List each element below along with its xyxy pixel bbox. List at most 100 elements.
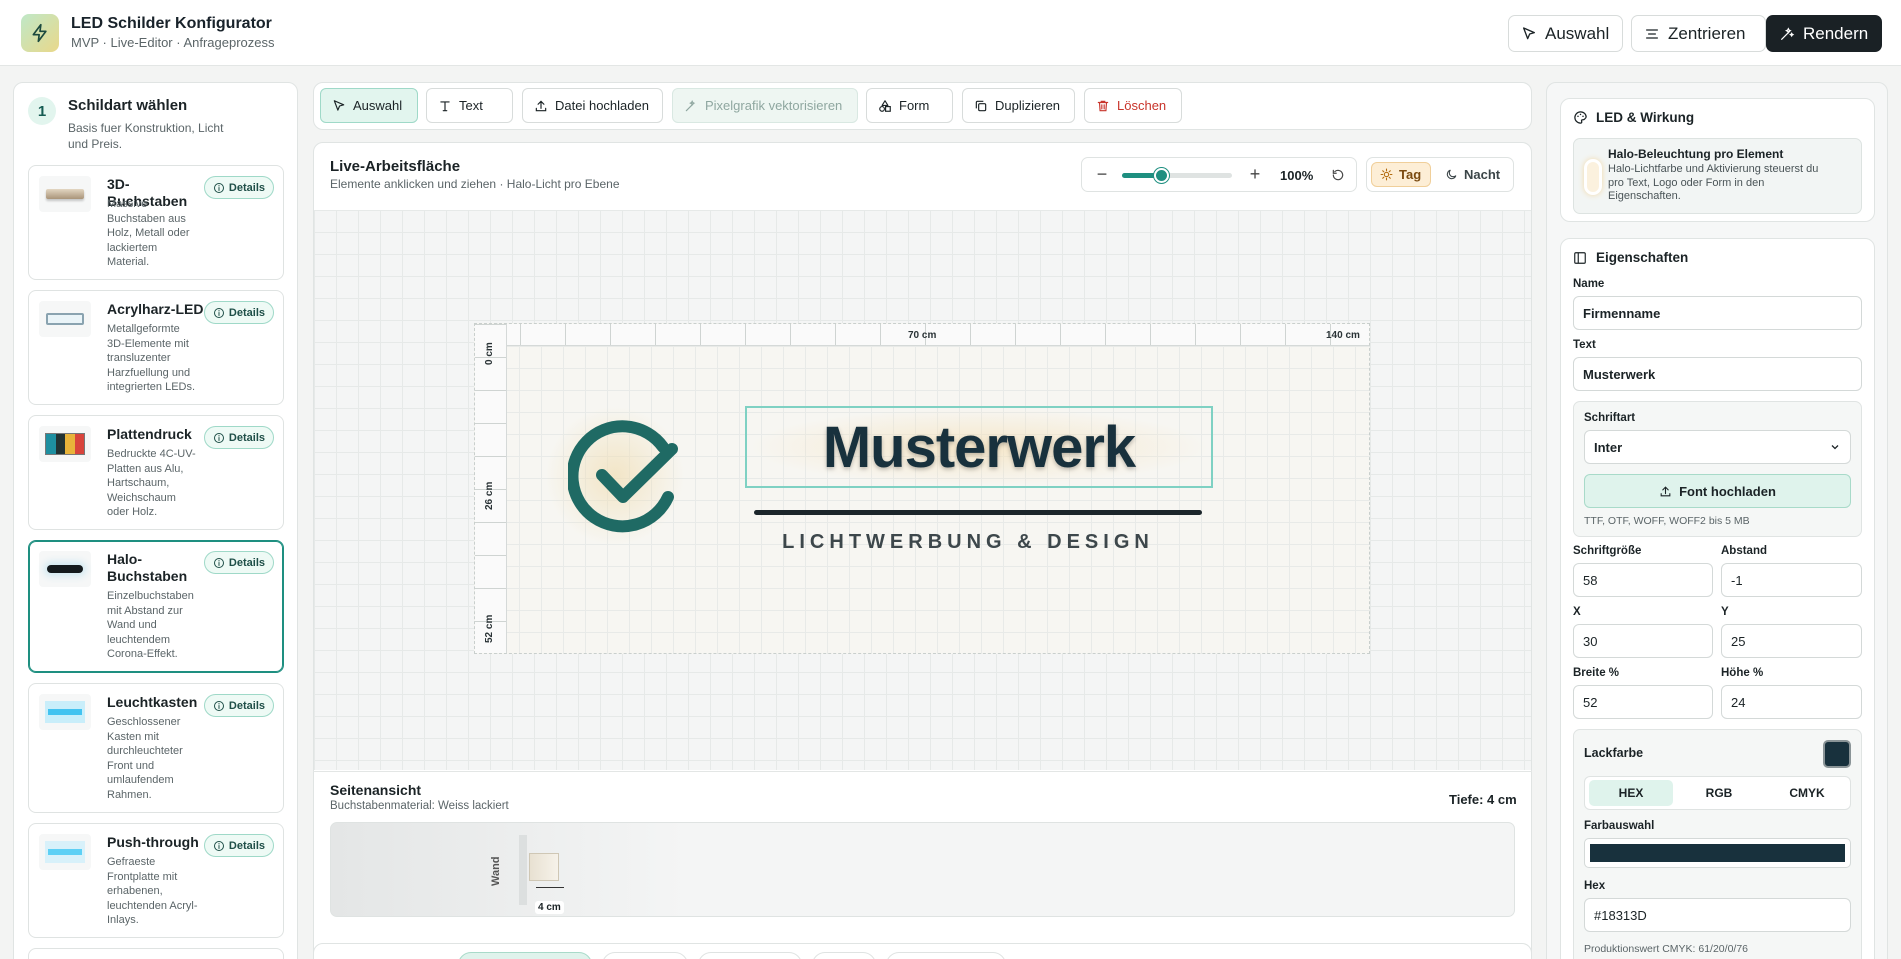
card-title: Acrylharz-LED — [107, 301, 204, 317]
center-label: Zentrieren — [1668, 23, 1746, 43]
font-upload-button[interactable]: Font hochladen — [1584, 474, 1851, 508]
tool-vectorize-button[interactable]: Pixelgrafik vektorisieren — [672, 88, 858, 123]
cmyk-note: Produktionswert CMYK: 61/20/0/76 — [1584, 943, 1749, 955]
spacing-input[interactable]: -1 — [1721, 563, 1862, 597]
side-view-subtitle: Buchstabenmaterial: Weiss lackiert — [330, 800, 509, 812]
bottom-tab-active[interactable] — [458, 952, 592, 959]
card-description: Gefraeste Frontplatte mit erhabenen, leucht… — [107, 856, 198, 926]
details-button[interactable]: Details — [203, 176, 274, 199]
bottom-tab[interactable] — [812, 952, 876, 959]
card-description: Einzelbuchstaben mit Abstand zur Wand und l… — [107, 590, 194, 660]
color-picker[interactable] — [1584, 838, 1851, 868]
divider-line[interactable] — [754, 510, 1202, 515]
app-title: LED Schilder Konfigurator — [71, 15, 272, 32]
paint-label: Lackfarbe — [1584, 746, 1644, 760]
tool-select-button[interactable]: Auswahl — [320, 88, 418, 123]
copy-icon — [975, 100, 987, 111]
details-button[interactable]: Details — [203, 301, 274, 324]
sign-type-card-lightbox[interactable]: Leuchtkasten Geschlossener Kasten mit durc… — [28, 683, 284, 813]
sun-icon — [1380, 168, 1393, 181]
app-subtitle: MVP · Live-Editor · Anfrageprozess — [71, 35, 275, 50]
text-input[interactable]: Musterwerk — [1573, 357, 1862, 391]
tab-cmyk[interactable]: CMYK — [1765, 780, 1849, 806]
thumbnail-halo-letters — [39, 551, 91, 587]
zoom-out-button[interactable]: − — [1092, 164, 1112, 186]
name-label: Name — [1573, 278, 1605, 290]
sign-type-card-halo-letters[interactable]: Halo- Buchstaben Einzelbuchstaben mit Abst… — [28, 540, 284, 673]
height-label: Höhe % — [1721, 667, 1764, 679]
thumbnail-push-through — [39, 834, 91, 870]
info-icon — [213, 182, 224, 193]
checkmark-logo-icon[interactable] — [568, 419, 680, 534]
dimension-line — [536, 887, 564, 888]
tool-shape-button[interactable]: Form — [866, 88, 953, 123]
bottom-bar — [313, 943, 1532, 959]
step-badge: 1 — [28, 97, 56, 125]
tool-delete-button[interactable]: Löschen — [1084, 88, 1182, 123]
details-button[interactable]: Details — [203, 551, 274, 574]
wall-label: Wand — [490, 856, 502, 886]
render-label: Rendern — [1803, 23, 1869, 43]
tool-duplicate-button[interactable]: Duplizieren — [962, 88, 1075, 123]
width-input[interactable]: 52 — [1573, 685, 1713, 719]
ruler-label: 52 cm — [484, 614, 495, 643]
trash-icon — [1097, 100, 1109, 111]
zoom-in-button[interactable]: + — [1245, 164, 1265, 186]
sign-type-card-3d-letters[interactable]: 3D-Buchstaben Massive Buchstaben aus Holz,… — [28, 165, 284, 280]
render-button[interactable]: Rendern — [1766, 15, 1882, 52]
height-input[interactable]: 24 — [1721, 685, 1862, 719]
tool-text-button[interactable]: Text — [426, 88, 513, 123]
properties-sidebar: LED & Wirkung Halo-Beleuchtung pro Eleme… — [1546, 82, 1888, 959]
sign-type-card-panel-print[interactable]: Plattendruck Bedruckte 4C-UV- Platten aus… — [28, 415, 284, 530]
bottom-tab[interactable] — [602, 952, 688, 959]
hex-input[interactable]: #18313D — [1584, 898, 1851, 932]
side-view-title: Seitenansicht — [330, 782, 422, 798]
tool-upload-button[interactable]: Datei hochladen — [522, 88, 663, 123]
name-input[interactable]: Firmenname — [1573, 296, 1862, 330]
card-title: Push-through — [107, 834, 199, 850]
dimension-label: 4 cm — [535, 901, 564, 914]
sign-type-card-acrylic-led[interactable]: Acrylharz-LED Metallgeformte 3D-Elemente … — [28, 290, 284, 405]
night-mode-button[interactable]: Nacht — [1439, 162, 1509, 187]
x-input[interactable]: 30 — [1573, 624, 1713, 658]
bolt-icon — [32, 23, 47, 43]
tab-hex[interactable]: HEX — [1589, 780, 1673, 806]
thumbnail-panel-print — [39, 426, 91, 462]
sign-type-card-push-through[interactable]: Push-through Gefraeste Frontplatte mit erh… — [28, 823, 284, 938]
tab-rgb[interactable]: RGB — [1677, 780, 1761, 806]
wall-shape — [519, 835, 527, 905]
palette-icon — [1574, 111, 1587, 124]
cursor-icon — [333, 99, 345, 111]
font-select[interactable]: Inter — [1584, 430, 1851, 464]
day-mode-button[interactable]: Tag — [1371, 162, 1431, 187]
zoom-slider[interactable] — [1122, 168, 1232, 183]
bottom-tab[interactable] — [886, 952, 1006, 959]
font-size-input[interactable]: 58 — [1573, 563, 1713, 597]
sign-artboard[interactable]: 70 cm 140 cm 0 cm 26 cm 52 cm Musterwerk… — [474, 323, 1370, 654]
bottom-tab[interactable] — [698, 952, 802, 959]
details-button[interactable]: Details — [203, 834, 274, 857]
letter-depth-shape — [529, 853, 559, 881]
x-label: X — [1573, 606, 1581, 618]
halo-info: Halo-Beleuchtung pro Element Halo-Lichtf… — [1573, 138, 1862, 214]
info-icon — [213, 432, 224, 443]
thumbnail-lightbox — [39, 694, 91, 730]
sign-type-card-more[interactable] — [28, 948, 284, 959]
card-title: Leuchtkasten — [107, 694, 198, 710]
y-input[interactable]: 25 — [1721, 624, 1862, 658]
cursor-icon — [1523, 26, 1535, 39]
magic-wand-icon — [685, 99, 696, 111]
header-select-button[interactable]: Auswahl — [1508, 15, 1623, 52]
depth-value: Tiefe: 4 cm — [1449, 792, 1517, 807]
tagline-text[interactable]: LICHTWERBUNG & DESIGN — [715, 531, 1221, 554]
halo-description: Halo-Lichtfarbe und Aktivierung steuerst… — [1608, 163, 1819, 202]
details-button[interactable]: Details — [203, 694, 274, 717]
sign-type-panel: 1 Schildart wählen Basis fuer Konstrukti… — [13, 82, 298, 959]
reset-zoom-icon[interactable] — [1331, 168, 1345, 182]
paint-swatch[interactable] — [1823, 740, 1851, 768]
card-title: Plattendruck — [107, 426, 192, 442]
info-icon — [213, 307, 224, 318]
details-button[interactable]: Details — [203, 426, 274, 449]
center-button[interactable]: Zentrieren — [1631, 15, 1766, 52]
brand-text-element[interactable]: Musterwerk — [745, 406, 1213, 488]
